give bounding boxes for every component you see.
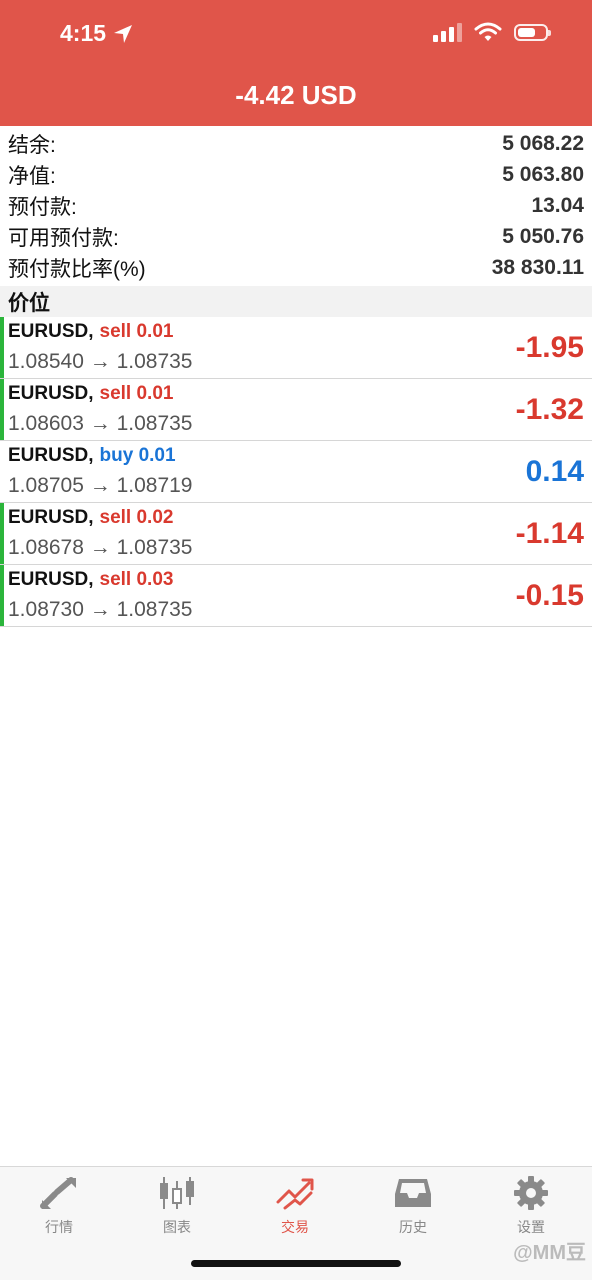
position-row[interactable]: EURUSD, sell 0.01 1.08540 → 1.08735 -1.95 bbox=[0, 317, 592, 379]
position-title: EURUSD, buy 0.01 bbox=[8, 445, 176, 467]
tab-settings[interactable]: 设置 bbox=[472, 1173, 590, 1237]
tab-history[interactable]: 历史 bbox=[354, 1173, 472, 1237]
cellular-signal-icon bbox=[433, 22, 462, 42]
position-side: sell 0.03 bbox=[99, 569, 174, 590]
position-title: EURUSD, sell 0.01 bbox=[8, 383, 173, 405]
position-symbol: EURUSD, bbox=[8, 569, 94, 590]
status-icons bbox=[433, 22, 551, 42]
tab-label: 行情 bbox=[45, 1219, 73, 1235]
position-side: sell 0.01 bbox=[99, 383, 174, 404]
tab-quotes[interactable]: 行情 bbox=[0, 1173, 118, 1237]
tab-label: 图表 bbox=[163, 1219, 191, 1235]
watermark: @MM豆 bbox=[513, 1242, 586, 1264]
status-time-text: 4:15 bbox=[60, 20, 107, 46]
position-prices: 1.08705 → 1.08719 bbox=[8, 474, 193, 497]
summary-value: 5 050.76 bbox=[502, 224, 584, 248]
summary-row-free-margin: 可用预付款: 5 050.76 bbox=[0, 221, 592, 252]
gear-icon bbox=[472, 1173, 590, 1213]
position-prices: 1.08540 → 1.08735 bbox=[8, 350, 193, 373]
summary-label: 净值: bbox=[8, 164, 56, 188]
positions-list: EURUSD, sell 0.01 1.08540 → 1.08735 -1.95… bbox=[0, 317, 592, 627]
position-prices: 1.08678 → 1.08735 bbox=[8, 536, 193, 559]
account-summary: 结余: 5 068.22 净值: 5 063.80 预付款: 13.04 可用预… bbox=[0, 128, 592, 283]
position-symbol: EURUSD, bbox=[8, 383, 94, 404]
position-symbol: EURUSD, bbox=[8, 445, 94, 466]
position-side: sell 0.02 bbox=[99, 507, 174, 528]
floating-profit-title: -4.42 USD bbox=[235, 80, 357, 110]
summary-row-equity: 净值: 5 063.80 bbox=[0, 159, 592, 190]
wifi-icon bbox=[474, 22, 502, 41]
summary-label: 结余: bbox=[8, 133, 56, 157]
summary-row-margin: 预付款: 13.04 bbox=[0, 190, 592, 221]
position-row[interactable]: EURUSD, sell 0.02 1.08678 → 1.08735 -1.14 bbox=[0, 503, 592, 565]
summary-value: 5 063.80 bbox=[502, 162, 584, 186]
position-row[interactable]: EURUSD, sell 0.01 1.08603 → 1.08735 -1.32 bbox=[0, 379, 592, 441]
history-inbox-icon bbox=[354, 1173, 472, 1213]
positions-section-header: 价位 bbox=[0, 286, 592, 317]
position-side: buy 0.01 bbox=[99, 445, 176, 466]
summary-value: 5 068.22 bbox=[502, 131, 584, 155]
tab-charts[interactable]: 图表 bbox=[118, 1173, 236, 1237]
home-indicator[interactable] bbox=[191, 1260, 401, 1267]
position-symbol: EURUSD, bbox=[8, 507, 94, 528]
position-title: EURUSD, sell 0.03 bbox=[8, 569, 173, 591]
position-profit: -1.32 bbox=[515, 393, 584, 426]
summary-label: 可用预付款: bbox=[8, 226, 119, 250]
position-symbol: EURUSD, bbox=[8, 321, 94, 342]
app-header: 4:15 -4.42 USD bbox=[0, 0, 592, 126]
summary-label: 预付款比率(%) bbox=[8, 257, 146, 281]
position-row[interactable]: EURUSD, buy 0.01 1.08705 → 1.08719 0.14 bbox=[0, 441, 592, 503]
position-profit: -1.95 bbox=[515, 331, 584, 364]
tab-label: 设置 bbox=[517, 1219, 545, 1235]
summary-row-balance: 结余: 5 068.22 bbox=[0, 128, 592, 159]
summary-value: 13.04 bbox=[531, 193, 584, 217]
tab-label: 交易 bbox=[281, 1219, 309, 1235]
candlestick-chart-icon bbox=[118, 1173, 236, 1213]
position-profit: 0.14 bbox=[525, 455, 584, 488]
summary-row-margin-level: 预付款比率(%) 38 830.11 bbox=[0, 252, 592, 283]
position-title: EURUSD, sell 0.01 bbox=[8, 321, 173, 343]
summary-value: 38 830.11 bbox=[491, 255, 584, 279]
quotes-arrows-icon bbox=[0, 1173, 118, 1213]
battery-icon bbox=[514, 23, 551, 41]
trade-trend-icon bbox=[236, 1173, 354, 1213]
status-time: 4:15 bbox=[60, 20, 134, 47]
position-row[interactable]: EURUSD, sell 0.03 1.08730 → 1.08735 -0.15 bbox=[0, 565, 592, 627]
location-arrow-icon bbox=[114, 24, 133, 43]
summary-label: 预付款: bbox=[8, 195, 77, 219]
position-profit: -0.15 bbox=[515, 579, 584, 612]
tab-trade[interactable]: 交易 bbox=[236, 1173, 354, 1237]
position-profit: -1.14 bbox=[515, 517, 584, 550]
tab-label: 历史 bbox=[399, 1219, 427, 1235]
position-side: sell 0.01 bbox=[99, 321, 174, 342]
position-prices: 1.08730 → 1.08735 bbox=[8, 598, 193, 621]
position-prices: 1.08603 → 1.08735 bbox=[8, 412, 193, 435]
position-title: EURUSD, sell 0.02 bbox=[8, 507, 173, 529]
